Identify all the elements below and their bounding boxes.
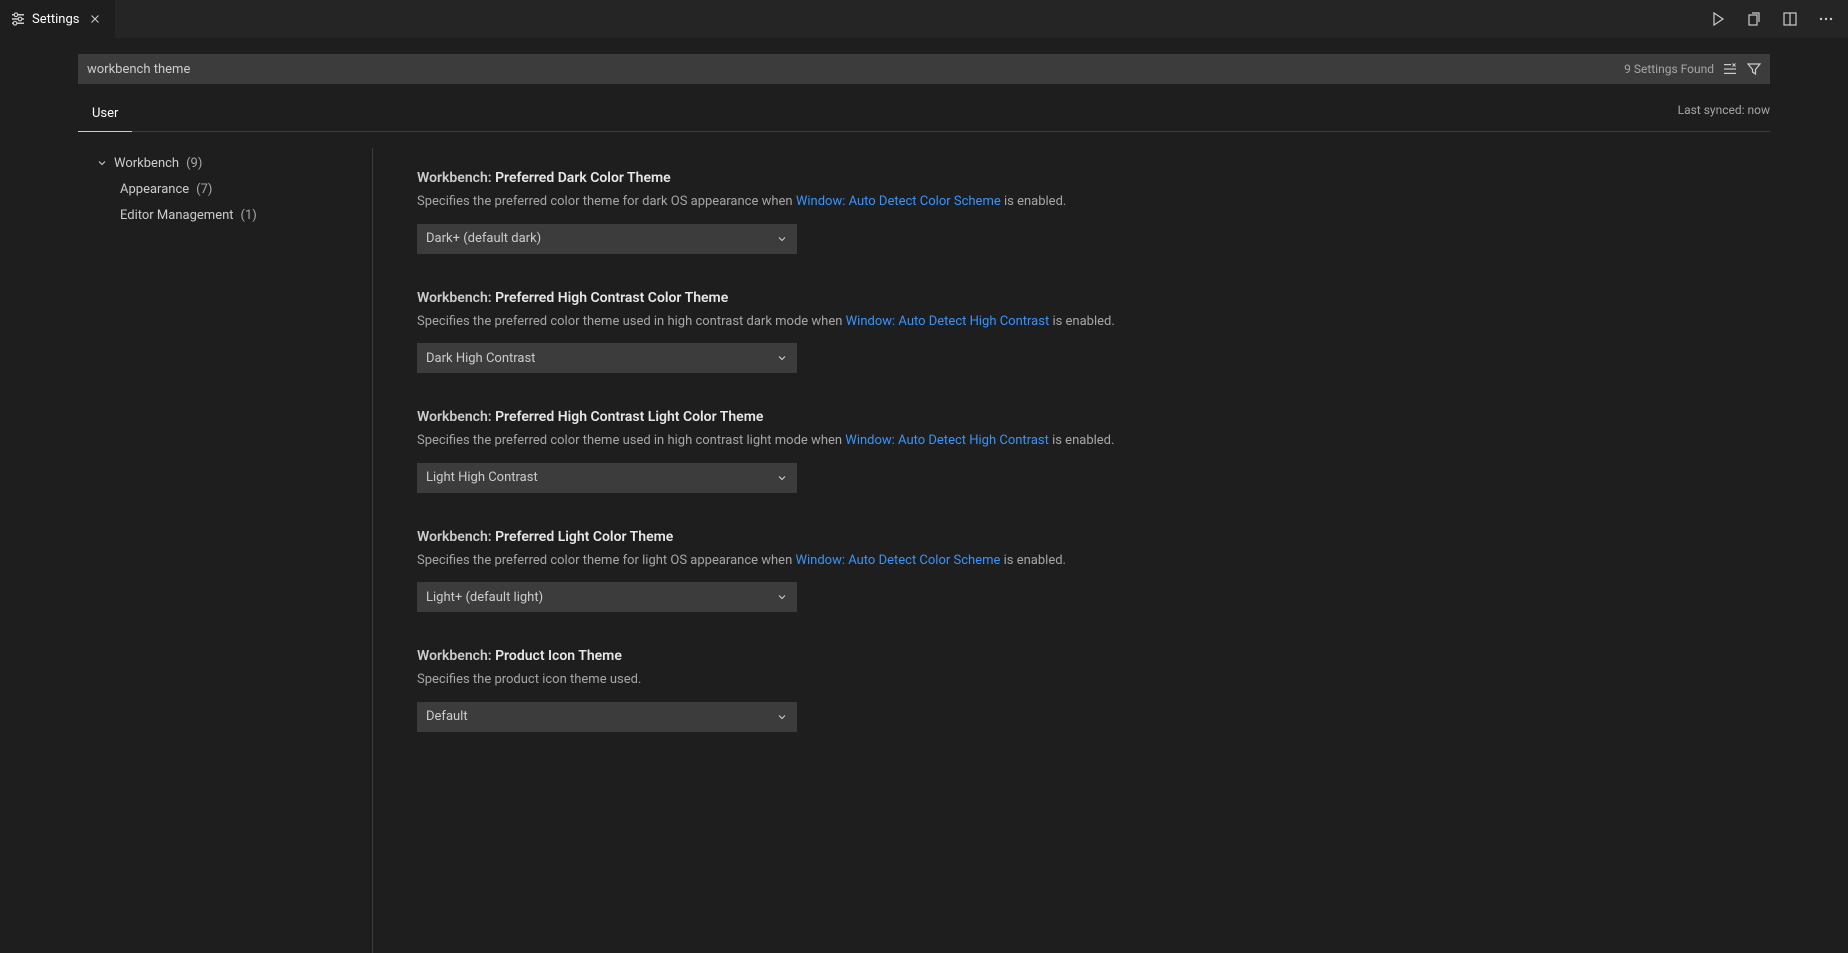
run-icon[interactable] bbox=[1704, 5, 1732, 33]
search-status: 9 Settings Found bbox=[1624, 54, 1762, 84]
setting-description: Specifies the preferred color theme for … bbox=[417, 192, 1804, 212]
setting-description: Specifies the product icon theme used. bbox=[417, 670, 1804, 690]
setting-select-value: Default bbox=[426, 709, 468, 724]
setting-link[interactable]: Window: Auto Detect Color Scheme bbox=[796, 194, 1001, 209]
settings-tab[interactable]: Settings bbox=[0, 0, 116, 38]
setting-category: Workbench: bbox=[417, 648, 495, 664]
settings-tab-icon bbox=[10, 11, 26, 27]
settings-toc: Workbench (9) Appearance (7) Editor Mana… bbox=[0, 148, 372, 953]
chevron-down-icon bbox=[776, 472, 788, 484]
more-actions-icon[interactable] bbox=[1812, 5, 1840, 33]
setting-link[interactable]: Window: Auto Detect High Contrast bbox=[845, 433, 1049, 448]
setting-category: Workbench: bbox=[417, 170, 495, 186]
toc-item-appearance[interactable]: Appearance (7) bbox=[94, 176, 371, 202]
settings-search-input[interactable] bbox=[78, 54, 1770, 84]
toc-item-editor-management[interactable]: Editor Management (1) bbox=[94, 202, 371, 228]
setting-preferred-high-contrast-color-theme: Workbench: Preferred High Contrast Color… bbox=[417, 276, 1804, 396]
chevron-down-icon bbox=[776, 711, 788, 723]
chevron-down-icon bbox=[776, 352, 788, 364]
split-editor-icon[interactable] bbox=[1776, 5, 1804, 33]
setting-name: Preferred Light Color Theme bbox=[495, 529, 673, 545]
setting-name: Preferred High Contrast Color Theme bbox=[495, 290, 728, 306]
close-tab-button[interactable] bbox=[85, 9, 105, 29]
filter-icon[interactable] bbox=[1746, 61, 1762, 77]
setting-description: Specifies the preferred color theme used… bbox=[417, 431, 1804, 451]
setting-select-value: Light+ (default light) bbox=[426, 590, 543, 605]
search-count-label: 9 Settings Found bbox=[1624, 62, 1714, 76]
setting-preferred-high-contrast-light-color-theme: Workbench: Preferred High Contrast Light… bbox=[417, 395, 1804, 515]
setting-link[interactable]: Window: Auto Detect High Contrast bbox=[846, 314, 1050, 329]
toc-appearance-label: Appearance bbox=[120, 182, 189, 197]
setting-category: Workbench: bbox=[417, 409, 495, 425]
settings-scope-row: User Last synced: now bbox=[78, 98, 1770, 132]
chevron-down-icon bbox=[776, 591, 788, 603]
setting-category: Workbench: bbox=[417, 529, 495, 545]
setting-select-value: Dark High Contrast bbox=[426, 351, 535, 366]
toc-workbench-label: Workbench bbox=[114, 156, 179, 171]
setting-description: Specifies the preferred color theme for … bbox=[417, 551, 1804, 571]
open-json-icon[interactable] bbox=[1740, 5, 1768, 33]
toc-workbench-count: (9) bbox=[186, 156, 202, 171]
setting-link[interactable]: Window: Auto Detect Color Scheme bbox=[795, 553, 1000, 568]
setting-select-dropdown[interactable]: Light+ (default light) bbox=[417, 582, 797, 612]
toc-appearance-count: (7) bbox=[196, 182, 212, 197]
chevron-down-icon bbox=[776, 233, 788, 245]
setting-name: Preferred Dark Color Theme bbox=[495, 170, 671, 186]
toc-item-workbench[interactable]: Workbench (9) bbox=[94, 150, 371, 176]
setting-product-icon-theme: Workbench: Product Icon Theme Specifies … bbox=[417, 634, 1804, 754]
setting-name: Product Icon Theme bbox=[495, 648, 622, 664]
setting-select-dropdown[interactable]: Default bbox=[417, 702, 797, 732]
sync-status-label: Last synced: now bbox=[1678, 103, 1770, 127]
setting-preferred-dark-color-theme: Workbench: Preferred Dark Color Theme Sp… bbox=[417, 156, 1804, 276]
editor-tab-bar: Settings bbox=[0, 0, 1848, 38]
setting-preferred-light-color-theme: Workbench: Preferred Light Color Theme S… bbox=[417, 515, 1804, 635]
settings-search-container: 9 Settings Found bbox=[78, 54, 1770, 84]
setting-select-value: Light High Contrast bbox=[426, 470, 538, 485]
settings-main-content: Workbench (9) Appearance (7) Editor Mana… bbox=[0, 148, 1848, 953]
setting-select-value: Dark+ (default dark) bbox=[426, 231, 541, 246]
setting-description: Specifies the preferred color theme used… bbox=[417, 312, 1804, 332]
clear-search-icon[interactable] bbox=[1722, 61, 1738, 77]
setting-name: Preferred High Contrast Light Color Them… bbox=[495, 409, 763, 425]
scope-tab-user[interactable]: User bbox=[78, 98, 132, 131]
settings-tab-label: Settings bbox=[32, 12, 79, 27]
scope-tab-user-label: User bbox=[92, 106, 118, 121]
setting-select-dropdown[interactable]: Dark+ (default dark) bbox=[417, 224, 797, 254]
setting-select-dropdown[interactable]: Dark High Contrast bbox=[417, 343, 797, 373]
toc-editor-mgmt-label: Editor Management bbox=[120, 208, 234, 223]
chevron-down-icon bbox=[94, 155, 110, 171]
setting-select-dropdown[interactable]: Light High Contrast bbox=[417, 463, 797, 493]
settings-list[interactable]: Workbench: Preferred Dark Color Theme Sp… bbox=[372, 148, 1848, 953]
setting-category: Workbench: bbox=[417, 290, 495, 306]
toc-editor-mgmt-count: (1) bbox=[241, 208, 257, 223]
settings-editor: 9 Settings Found User bbox=[0, 38, 1848, 953]
editor-actions bbox=[1704, 5, 1848, 33]
